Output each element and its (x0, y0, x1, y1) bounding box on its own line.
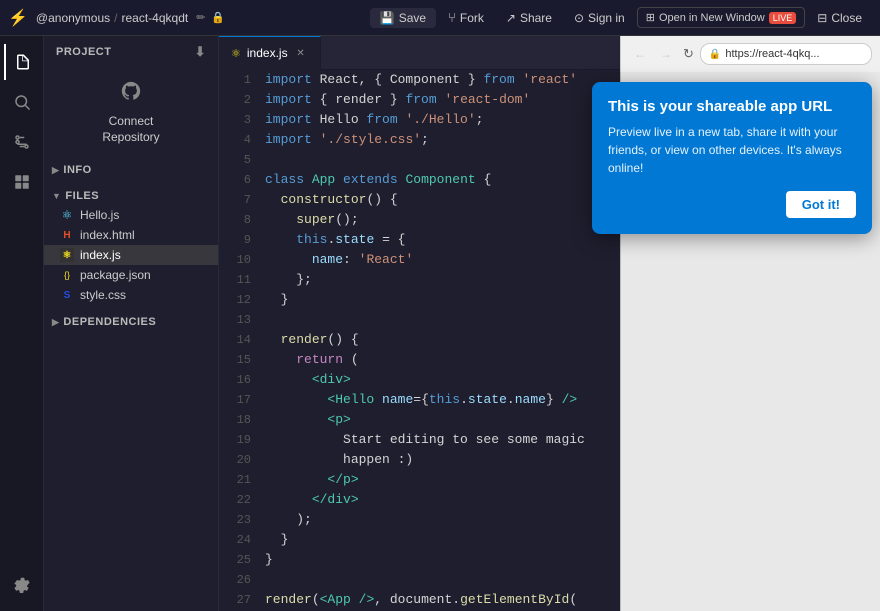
line-number: 23 (219, 510, 251, 530)
edit-icon[interactable]: ✏ (196, 11, 205, 24)
topbar-user[interactable]: @anonymous (36, 11, 110, 25)
file-hello-js[interactable]: ⚛ Hello.js (44, 205, 218, 225)
close-icon: ⊟ (817, 11, 827, 25)
line-number: 10 (219, 250, 251, 270)
popup-got-it-button[interactable]: Got it! (786, 191, 856, 218)
dependencies-section-header[interactable]: ▶ DEPENDENCIES (44, 313, 218, 331)
signin-button[interactable]: ⊙ Sign in (564, 8, 635, 28)
sidebar-section-info: ▶ INFO (44, 157, 218, 183)
share-button[interactable]: ↗ Share (496, 8, 562, 28)
line-number: 15 (219, 350, 251, 370)
line-number: 11 (219, 270, 251, 290)
line-number: 24 (219, 530, 251, 550)
open-window-icon: ⊞ (646, 11, 655, 24)
browser-refresh-button[interactable]: ↻ (681, 44, 696, 64)
browser-back-button[interactable]: ← (629, 43, 651, 65)
files-chevron-icon: ▼ (52, 191, 61, 201)
fork-icon: ⑂ (448, 10, 456, 25)
line-number: 8 (219, 210, 251, 230)
activity-files[interactable] (4, 44, 40, 80)
browser-forward-button[interactable]: → (655, 43, 677, 65)
share-icon: ↗ (506, 11, 516, 25)
topbar-path: @anonymous / react-4qkqdt ✏ 🔒 (36, 11, 225, 25)
sidebar-section-files: ▼ FILES ⚛ Hello.js H index.html ⚛ index.… (44, 183, 218, 309)
shareable-url-popup: This is your shareable app URL Preview l… (592, 82, 872, 234)
line-number: 18 (219, 410, 251, 430)
activity-bar (0, 36, 44, 611)
line-number: 4 (219, 130, 251, 150)
connect-repository-button[interactable]: Connect Repository (44, 68, 218, 157)
line-number: 12 (219, 290, 251, 310)
topbar-actions: 💾 Save ⑂ Fork ↗ Share ⊙ Sign in ⊞ Open i… (370, 7, 872, 28)
file-style-css[interactable]: S style.css (44, 285, 218, 305)
download-icon[interactable]: ⬇ (195, 44, 206, 60)
topbar-logo: ⚡ (8, 8, 28, 28)
line-number: 17 (219, 390, 251, 410)
dep-chevron-icon: ▶ (52, 317, 59, 328)
line-number: 25 (219, 550, 251, 570)
main-layout: PROJECT ⬇ Connect Repository ▶ INFO ▼ FI (0, 36, 880, 611)
line-number: 14 (219, 330, 251, 350)
line-number: 20 (219, 450, 251, 470)
react-file-icon: ⚛ (60, 208, 74, 222)
file-index-js[interactable]: ⚛ index.js (44, 245, 218, 265)
line-number: 27 (219, 590, 251, 610)
url-text: https://react-4qkq... (725, 48, 819, 60)
browser-bar: ← → ↻ 🔒 https://react-4qkq... (620, 36, 880, 72)
save-button[interactable]: 💾 Save (370, 8, 436, 28)
sidebar-header: PROJECT ⬇ (44, 36, 218, 68)
connect-repo-text: Connect Repository (102, 114, 159, 145)
github-connect-icon (120, 80, 142, 108)
tab-index-js[interactable]: ⚛ index.js ✕ (219, 36, 321, 70)
tab-file-icon: ⚛ (231, 47, 241, 60)
line-number: 6 (219, 170, 251, 190)
line-number: 16 (219, 370, 251, 390)
popup-description: Preview live in a new tab, share it with… (608, 123, 856, 177)
line-number: 13 (219, 310, 251, 330)
browser-url-bar[interactable]: 🔒 https://react-4qkq... (700, 43, 872, 65)
github-icon: ⊙ (574, 11, 584, 25)
line-number: 22 (219, 490, 251, 510)
topbar-sep: / (114, 11, 117, 25)
activity-extensions[interactable] (4, 164, 40, 200)
info-chevron-icon: ▶ (52, 165, 59, 176)
project-label: PROJECT (56, 46, 111, 58)
activity-git[interactable] (4, 124, 40, 160)
css-file-icon: S (60, 290, 74, 301)
close-button[interactable]: ⊟ Close (807, 8, 872, 28)
editor-area: ⚛ index.js ✕ ⊟ ⊞ ⋯ 123456789101112131415… (219, 36, 880, 611)
topbar: ⚡ @anonymous / react-4qkqdt ✏ 🔒 💾 Save ⑂… (0, 0, 880, 36)
info-section-header[interactable]: ▶ INFO (44, 161, 218, 179)
fork-button[interactable]: ⑂ Fork (438, 7, 494, 28)
topbar-project[interactable]: react-4qkqdt (122, 11, 189, 25)
line-number: 1 (219, 70, 251, 90)
lock-icon[interactable]: 🔒 (211, 11, 225, 24)
line-number: 19 (219, 430, 251, 450)
json-file-icon: {} (60, 270, 74, 280)
sidebar-section-dependencies: ▶ DEPENDENCIES (44, 309, 218, 335)
save-disk-icon: 💾 (380, 11, 395, 25)
line-numbers: 1234567891011121314151617181920212223242… (219, 70, 261, 611)
file-package-json[interactable]: {} package.json (44, 265, 218, 285)
line-number: 21 (219, 470, 251, 490)
file-index-html[interactable]: H index.html (44, 225, 218, 245)
activity-settings[interactable] (4, 567, 40, 603)
js-file-icon: ⚛ (60, 248, 74, 262)
popup-title: This is your shareable app URL (608, 98, 856, 115)
open-new-window-button[interactable]: ⊞ Open in New Window LIVE (637, 7, 806, 28)
line-number: 9 (219, 230, 251, 250)
tab-close-icon[interactable]: ✕ (294, 48, 308, 59)
sidebar: PROJECT ⬇ Connect Repository ▶ INFO ▼ FI (44, 36, 219, 611)
activity-search[interactable] (4, 84, 40, 120)
line-number: 5 (219, 150, 251, 170)
line-number: 3 (219, 110, 251, 130)
files-section-header[interactable]: ▼ FILES (44, 187, 218, 205)
line-number: 2 (219, 90, 251, 110)
line-number: 26 (219, 570, 251, 590)
line-number: 7 (219, 190, 251, 210)
html-file-icon: H (60, 230, 74, 241)
url-lock-icon: 🔒 (709, 49, 721, 60)
live-badge: LIVE (769, 12, 797, 24)
